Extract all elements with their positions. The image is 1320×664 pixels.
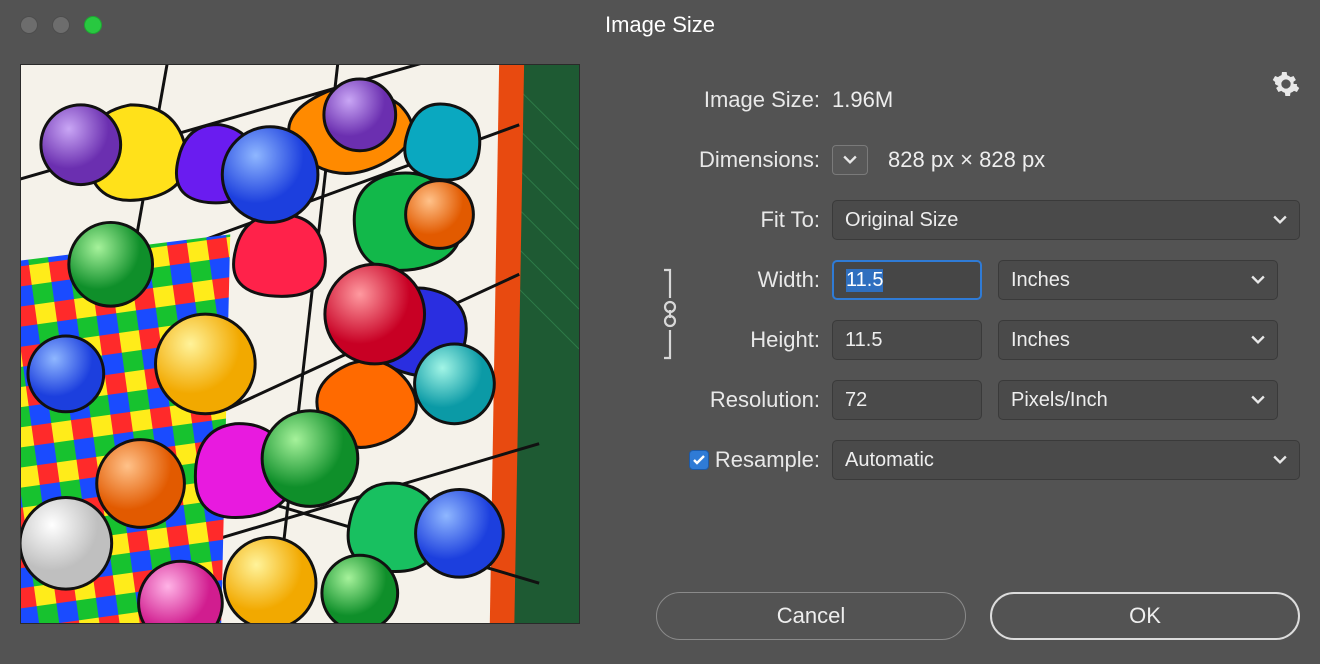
chevron-down-icon	[1273, 215, 1287, 225]
titlebar: Image Size	[0, 0, 1320, 50]
dialog-buttons: Cancel OK	[656, 592, 1300, 640]
width-units-select[interactable]: Inches	[998, 260, 1278, 300]
resolution-units-select[interactable]: Pixels/Inch	[998, 380, 1278, 420]
check-icon	[692, 453, 706, 467]
chevron-down-icon	[843, 155, 857, 165]
height-input[interactable]	[832, 320, 982, 360]
chevron-down-icon	[1251, 395, 1265, 405]
dimensions-value: 828 px × 828 px	[888, 147, 1045, 173]
window-title: Image Size	[0, 12, 1320, 38]
chevron-down-icon	[1273, 455, 1287, 465]
width-label: Width:	[620, 267, 820, 293]
traffic-lights	[20, 16, 102, 34]
fit-to-select[interactable]: Original Size	[832, 200, 1300, 240]
cancel-button[interactable]: Cancel	[656, 592, 966, 640]
settings-panel: Image Size: 1.96M Dimensions: 828 px × 8…	[620, 64, 1300, 624]
dimensions-label: Dimensions:	[620, 147, 820, 173]
resolution-input[interactable]	[832, 380, 982, 420]
image-size-label: Image Size:	[620, 87, 820, 113]
resolution-label: Resolution:	[620, 387, 820, 413]
gear-icon[interactable]	[1272, 70, 1300, 98]
dimensions-units-toggle[interactable]	[832, 145, 868, 175]
width-field[interactable]	[846, 269, 968, 292]
height-units-select[interactable]: Inches	[998, 320, 1278, 360]
resample-checkbox[interactable]	[689, 450, 709, 470]
fit-to-value: Original Size	[845, 209, 958, 232]
resample-select[interactable]: Automatic	[832, 440, 1300, 480]
height-units-value: Inches	[1011, 329, 1070, 352]
close-window-button[interactable]	[20, 16, 38, 34]
height-field[interactable]	[845, 329, 969, 352]
width-input[interactable]	[832, 260, 982, 300]
resolution-units-value: Pixels/Inch	[1011, 389, 1108, 412]
minimize-window-button[interactable]	[52, 16, 70, 34]
width-units-value: Inches	[1011, 269, 1070, 292]
resolution-field[interactable]	[845, 389, 969, 412]
resample-value: Automatic	[845, 449, 934, 472]
image-preview[interactable]	[20, 64, 580, 624]
zoom-window-button[interactable]	[84, 16, 102, 34]
chevron-down-icon	[1251, 335, 1265, 345]
image-size-value: 1.96M	[832, 87, 893, 113]
fit-to-label: Fit To:	[620, 207, 820, 233]
height-label: Height:	[620, 327, 820, 353]
resample-label: Resample:	[715, 447, 820, 473]
chevron-down-icon	[1251, 275, 1265, 285]
ok-button[interactable]: OK	[990, 592, 1300, 640]
